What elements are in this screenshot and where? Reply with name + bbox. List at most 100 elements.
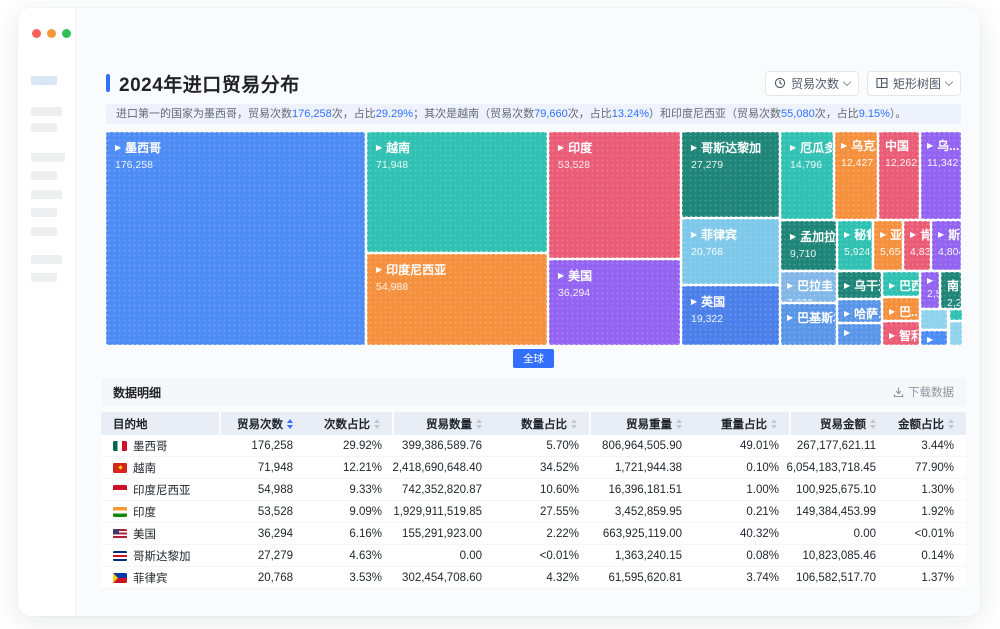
treemap-node-label: 墨西哥 [125, 141, 162, 155]
sidebar-item[interactable] [31, 107, 62, 116]
summary-highlight-value: 79,660 [534, 108, 568, 120]
sidebar-item[interactable] [31, 171, 57, 180]
minimize-window-icon[interactable] [47, 29, 56, 38]
drilldown-arrow-icon: ▶ [910, 229, 917, 239]
treemap-node[interactable] [921, 310, 947, 329]
treemap-node[interactable]: ▶ [838, 324, 881, 345]
sort-icon[interactable] [676, 418, 682, 429]
download-data-button[interactable]: 下载数据 [893, 384, 954, 400]
table-body: 墨西哥 176,258 29.92% 399,386,589.76 5.70% 806,9… [101, 435, 966, 589]
treemap-node-秘鲁[interactable]: ▶秘鲁 5,924 [838, 221, 872, 270]
column-header-2[interactable]: 贸易次数 [221, 412, 305, 435]
treemap-node-哥斯达黎加[interactable]: ▶ 哥斯达黎加 27,279 [682, 132, 779, 217]
column-header-3[interactable]: 次数占比 [305, 412, 394, 435]
treemap-node-value: 176,258 [115, 159, 153, 171]
drilldown-arrow-icon: ▶ [889, 330, 896, 340]
table-cell: 9.33% [349, 483, 382, 496]
sidebar-item[interactable] [31, 153, 65, 162]
treemap-node-智利[interactable]: ▶智利 [883, 322, 919, 345]
treemap-node-亚[interactable]: ▶亚 5,650 [874, 221, 902, 270]
treemap-node-乌...[interactable]: ▶ 乌... 11,342 [921, 132, 961, 219]
treemap-node-美国[interactable]: ▶ 美国 36,294 [549, 260, 680, 345]
sidebar-item[interactable] [31, 190, 62, 199]
treemap-node-中国[interactable]: 中国 12,262 [879, 132, 919, 219]
treemap-node-label: 菲律宾 [701, 228, 738, 242]
column-header-5[interactable]: 数量占比 [494, 412, 591, 435]
zoom-window-icon[interactable] [62, 29, 71, 38]
treemap-node-巴拉圭[interactable]: ▶巴拉圭 7,690 [781, 272, 836, 302]
sort-icon[interactable] [571, 418, 577, 429]
treemap-node-肯[interactable]: ▶肯 4,836 [904, 221, 930, 270]
close-window-icon[interactable] [32, 29, 41, 38]
treemap-node-墨西哥[interactable]: ▶ 墨西哥 176,258 [106, 132, 365, 345]
sort-icon[interactable] [287, 418, 293, 429]
app-window: 2024年进口贸易分布 贸易次数 矩形树图 进口第一的国家为墨西哥，贸易次数17… [18, 8, 980, 616]
treemap-node-巴西[interactable]: ▶巴西 [883, 272, 919, 296]
sort-icon[interactable] [948, 418, 954, 429]
column-header-4[interactable]: 贸易数量 [394, 412, 494, 435]
table-cell: 9.09% [349, 505, 382, 518]
chart-type-selector[interactable]: 矩形树图 [866, 70, 961, 96]
table-cell: 29.92% [342, 439, 382, 452]
treemap-node[interactable]: ▶ [921, 331, 947, 345]
destination-name: 印度 [133, 506, 156, 519]
treemap-node-label: 印度 [568, 141, 593, 155]
metric-selector[interactable]: 贸易次数 [764, 70, 859, 96]
treemap-node-孟加拉国[interactable]: ▶孟加拉国 9,710 [781, 221, 836, 270]
breadcrumb-global-button[interactable]: 全球 [513, 349, 554, 368]
sort-icon[interactable] [374, 418, 380, 429]
drilldown-arrow-icon: ▶ [376, 142, 383, 152]
sidebar-item[interactable] [31, 227, 57, 236]
treemap-node-斯[interactable]: ▶斯 4,804 [932, 221, 961, 270]
sort-icon[interactable] [476, 418, 482, 429]
treemap-node-乌克兰[interactable]: ▶乌克兰 12,427 [835, 132, 877, 219]
drilldown-arrow-icon: ▶ [558, 142, 565, 152]
treemap-node[interactable]: ▶ 2,5 [921, 272, 939, 308]
destination-cell: 美国 [101, 523, 221, 544]
table-cell: 40.32% [739, 527, 779, 540]
treemap-node-厄瓜多尔[interactable]: ▶厄瓜多尔 14,796 [781, 132, 833, 219]
table-cell: 3.53% [349, 571, 382, 584]
sidebar-item[interactable] [31, 208, 57, 217]
treemap-node-value: 53,528 [558, 159, 591, 171]
treemap-node-印度[interactable]: ▶ 印度 53,528 [549, 132, 680, 258]
treemap-node-label: 斯 [948, 228, 961, 242]
column-header-1: 目的地 [101, 412, 221, 435]
treemap-node-哈萨...[interactable]: ▶哈萨... [838, 300, 881, 322]
treemap-node[interactable] [950, 310, 962, 320]
treemap-node-巴基斯坦[interactable]: ▶巴基斯坦 [781, 304, 836, 345]
sidebar-item[interactable] [31, 273, 57, 282]
column-header-label: 贸易金额 [820, 418, 866, 431]
column-header-7[interactable]: 重量占比 [694, 412, 791, 435]
drilldown-arrow-icon: ▶ [889, 306, 896, 316]
treemap-node-label: 巴基斯坦 [797, 311, 835, 325]
sort-icon[interactable] [870, 418, 876, 429]
column-header-9[interactable]: 金额占比 [888, 412, 966, 435]
treemap-node[interactable] [950, 322, 962, 345]
sidebar-item[interactable] [31, 255, 62, 264]
treemap-node-南[interactable]: 南 2,2 [941, 272, 961, 308]
sort-icon[interactable] [771, 418, 777, 429]
summary-text: 次，占比 [814, 108, 859, 120]
column-header-8[interactable]: 贸易金额 [791, 412, 888, 435]
treemap-chart: ▶ 墨西哥 176,258 ▶ 越南 71,948 ▶ 印度尼西亚 54,988 ▶ 印度 53,52… [106, 132, 962, 345]
treemap-node-英国[interactable]: ▶ 英国 19,322 [682, 286, 779, 345]
treemap-node-菲律宾[interactable]: ▶ 菲律宾 20,768 [682, 219, 779, 284]
column-header-6[interactable]: 贸易重量 [591, 412, 694, 435]
in-flag-icon [113, 506, 127, 517]
table-cell: <0.01% [914, 527, 954, 540]
treemap-node-巴...[interactable]: ▶ 巴... [883, 298, 919, 320]
sidebar-item-active[interactable] [31, 76, 57, 85]
treemap-node-印度尼西亚[interactable]: ▶ 印度尼西亚 54,988 [367, 254, 547, 345]
table-cell: 399,386,589.76 [402, 439, 482, 452]
table-cell: 742,352,820.87 [402, 483, 482, 496]
table-row-墨西哥: 墨西哥 176,258 29.92% 399,386,589.76 5.70% 806,9… [101, 435, 966, 457]
treemap-node-越南[interactable]: ▶ 越南 71,948 [367, 132, 547, 252]
sidebar-item[interactable] [31, 123, 57, 132]
treemap-node-乌干达[interactable]: ▶乌干达 [838, 272, 881, 298]
sidebar-skeleton [18, 8, 75, 616]
table-cell: 3,452,859.95 [614, 505, 682, 518]
treemap-node-value: 5,924 [844, 246, 871, 258]
drilldown-arrow-icon: ▶ [691, 296, 698, 306]
main-panel: 2024年进口贸易分布 贸易次数 矩形树图 进口第一的国家为墨西哥，贸易次数17… [75, 8, 980, 616]
